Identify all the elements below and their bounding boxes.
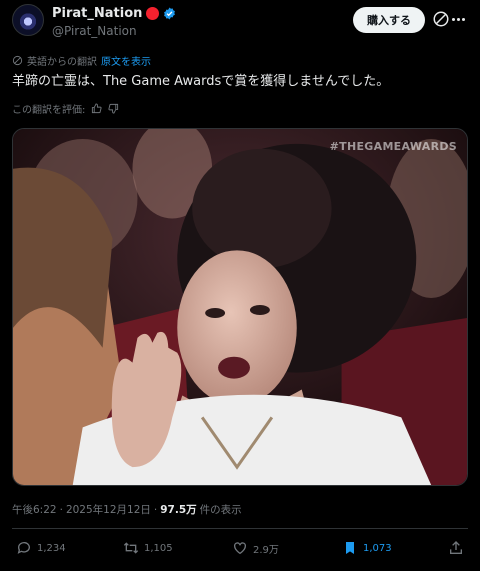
author-name-row: Pirat_Nation bbox=[52, 6, 176, 21]
tweet-meta: 午後6:22 · 2025年12月12日 · 97.5万 件の表示 bbox=[12, 502, 242, 517]
reply-button[interactable]: 1,234 bbox=[16, 540, 66, 556]
bookmark-button[interactable]: 1,073 bbox=[342, 540, 392, 556]
tweet-text: 羊蹄の亡霊は、The Game Awardsで賞を獲得しませんでした。 bbox=[12, 74, 390, 89]
verified-badge-icon bbox=[164, 7, 176, 20]
media-photo bbox=[13, 129, 467, 485]
translate-globe-icon bbox=[12, 55, 23, 66]
translation-row: 英語からの翻訳 原文を表示 bbox=[12, 53, 151, 68]
views-count[interactable]: 97.5万 bbox=[160, 502, 196, 517]
affiliate-badge-icon bbox=[146, 7, 160, 20]
bookmark-icon bbox=[346, 542, 354, 554]
show-original-link[interactable]: 原文を表示 bbox=[101, 53, 151, 68]
divider bbox=[12, 528, 468, 529]
author-display-name[interactable]: Pirat_Nation bbox=[52, 6, 142, 21]
reply-icon bbox=[17, 542, 30, 554]
retweet-count: 1,105 bbox=[144, 542, 173, 554]
heart-icon bbox=[234, 542, 246, 555]
share-icon bbox=[450, 541, 462, 554]
tweet-date[interactable]: 2025年12月12日 bbox=[66, 502, 151, 517]
reply-count: 1,234 bbox=[37, 542, 66, 554]
meta-separator: · bbox=[153, 504, 158, 516]
bookmark-count: 1,073 bbox=[363, 542, 392, 554]
tweet-media-image[interactable]: #THEGAMEAWARDS bbox=[12, 128, 468, 486]
views-label: 件の表示 bbox=[199, 504, 242, 516]
media-watermark: #THEGAMEAWARDS bbox=[329, 140, 457, 153]
retweet-button[interactable]: 1,105 bbox=[123, 540, 173, 556]
meta-separator: · bbox=[59, 504, 63, 516]
author-handle[interactable]: @Pirat_Nation bbox=[52, 24, 137, 38]
grok-icon[interactable] bbox=[432, 10, 450, 28]
buy-button[interactable]: 購入する bbox=[353, 7, 425, 33]
thumbs-up-icon[interactable] bbox=[91, 103, 102, 114]
share-button[interactable] bbox=[448, 540, 464, 556]
rate-translation-row: この翻訳を評価: bbox=[12, 101, 119, 116]
tweet-time[interactable]: 午後6:22 bbox=[12, 502, 57, 517]
translation-note: 英語からの翻訳 bbox=[27, 57, 97, 68]
avatar[interactable] bbox=[12, 4, 44, 36]
thumbs-down-icon[interactable] bbox=[108, 103, 119, 114]
like-button[interactable]: 2.9万 bbox=[232, 540, 279, 556]
more-options-icon[interactable] bbox=[452, 12, 468, 26]
rate-translation-label: この翻訳を評価: bbox=[12, 105, 86, 116]
retweet-icon bbox=[123, 542, 139, 554]
like-count: 2.9万 bbox=[253, 544, 279, 556]
